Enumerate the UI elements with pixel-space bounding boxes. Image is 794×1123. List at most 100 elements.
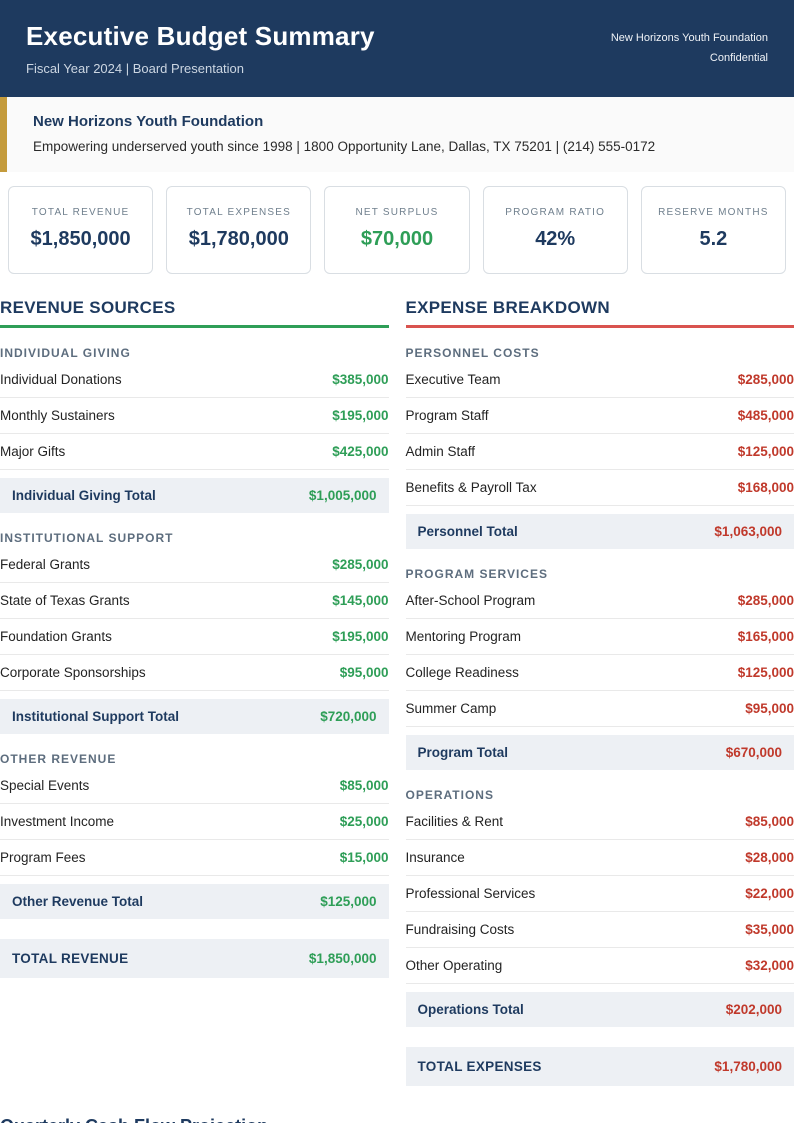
line-item-label: Corporate Sponsorships <box>0 665 146 680</box>
revenue-group-heading: INSTITUTIONAL SUPPORT <box>0 531 174 545</box>
subtotal-amount: $202,000 <box>725 1002 782 1017</box>
subtotal-row: Institutional Support Total $720,000 <box>0 699 389 734</box>
metric-value: $1,780,000 <box>188 228 289 250</box>
line-item-amount: $22,000 <box>745 886 794 901</box>
line-item-amount: $425,000 <box>332 444 389 459</box>
line-item-label: Benefits & Payroll Tax <box>405 480 537 495</box>
metric-value: $1,850,000 <box>30 228 131 250</box>
line-item: Special Events $85,000 <box>0 768 389 804</box>
line-item-label: Professional Services <box>405 886 536 901</box>
line-item: Monthly Sustainers $195,000 <box>0 398 389 434</box>
line-item: Summer Camp $95,000 <box>405 691 794 727</box>
line-item-label: Investment Income <box>0 814 115 829</box>
line-item: Professional Services $22,000 <box>405 876 794 912</box>
subtotal-amount: $1,005,000 <box>308 488 377 503</box>
line-item-amount: $25,000 <box>339 814 389 829</box>
subtotal-row: Program Total $670,000 <box>405 735 794 770</box>
subtotal-amount: $1,063,000 <box>714 524 782 539</box>
line-item-amount: $125,000 <box>737 444 794 459</box>
line-item-label: Executive Team <box>405 372 501 387</box>
line-item-label: Fundraising Costs <box>405 922 515 937</box>
line-item: Benefits & Payroll Tax $168,000 <box>405 470 794 506</box>
line-item: Individual Donations $385,000 <box>0 362 389 398</box>
subtotal-label: Individual Giving Total <box>12 488 156 503</box>
metric-card-reserve-months: RESERVE MONTHS 5.2 <box>640 186 787 274</box>
line-item: Investment Income $25,000 <box>0 804 389 840</box>
page-header: Executive Budget Summary Fiscal Year 202… <box>0 0 794 97</box>
line-item-amount: $195,000 <box>332 408 389 423</box>
metric-label: TOTAL REVENUE <box>31 207 130 218</box>
metric-label: TOTAL EXPENSES <box>186 207 292 218</box>
metric-card-net-surplus: NET SURPLUS $70,000 <box>324 186 470 274</box>
subtotal-row: Personnel Total $1,063,000 <box>405 514 794 549</box>
subtotal-label: Personnel Total <box>417 524 518 539</box>
line-item-label: Mentoring Program <box>405 629 522 644</box>
line-item: Program Fees $15,000 <box>0 840 389 876</box>
line-item: Federal Grants $285,000 <box>0 547 389 583</box>
subtotal-row: Individual Giving Total $1,005,000 <box>0 478 389 513</box>
grand-total-label: TOTAL EXPENSES <box>417 1059 542 1074</box>
subtotal-label: Other Revenue Total <box>12 894 144 909</box>
grand-total-row-revenue: TOTAL REVENUE $1,850,000 <box>0 939 389 978</box>
line-item: Insurance $28,000 <box>405 840 794 876</box>
line-item: State of Texas Grants $145,000 <box>0 583 389 619</box>
org-callout: New Horizons Youth Foundation Empowering… <box>0 97 794 172</box>
line-item: Program Staff $485,000 <box>405 398 794 434</box>
line-item-label: Foundation Grants <box>0 629 112 644</box>
expense-section-title: EXPENSE BREAKDOWN <box>405 298 794 328</box>
page-title: Executive Budget Summary <box>26 21 375 51</box>
grand-total-amount: $1,780,000 <box>714 1059 782 1074</box>
subtotal-label: Program Total <box>417 745 509 760</box>
line-item-amount: $285,000 <box>737 372 794 387</box>
line-item: Facilities & Rent $85,000 <box>405 804 794 840</box>
grand-total-label: TOTAL REVENUE <box>12 951 129 966</box>
grand-total-row-expenses: TOTAL EXPENSES $1,780,000 <box>405 1047 794 1086</box>
subtotal-amount: $125,000 <box>320 894 377 909</box>
line-item: Other Operating $32,000 <box>405 948 794 984</box>
metric-label: RESERVE MONTHS <box>658 207 769 218</box>
line-item-label: Major Gifts <box>0 444 66 459</box>
line-item-label: Insurance <box>405 850 465 865</box>
header-title-block: Executive Budget Summary Fiscal Year 202… <box>26 21 375 76</box>
line-item-amount: $32,000 <box>745 958 794 973</box>
line-item: Admin Staff $125,000 <box>405 434 794 470</box>
line-item-amount: $35,000 <box>745 922 794 937</box>
line-item-amount: $145,000 <box>332 593 389 608</box>
line-item-label: Monthly Sustainers <box>0 408 115 423</box>
line-item-amount: $165,000 <box>737 629 794 644</box>
expense-group-heading: PERSONNEL COSTS <box>405 346 540 360</box>
line-item-amount: $125,000 <box>737 665 794 680</box>
page-subtitle: Fiscal Year 2024 | Board Presentation <box>26 61 245 76</box>
line-item-amount: $95,000 <box>745 701 794 716</box>
subtotal-row: Operations Total $202,000 <box>405 992 794 1027</box>
subtotal-row: Other Revenue Total $125,000 <box>0 884 389 919</box>
revenue-section-title: REVENUE SOURCES <box>0 298 389 328</box>
line-item: After-School Program $285,000 <box>405 583 794 619</box>
line-item-amount: $485,000 <box>737 408 794 423</box>
line-item-amount: $168,000 <box>737 480 794 495</box>
metric-card-total-expenses: TOTAL EXPENSES $1,780,000 <box>166 186 312 274</box>
line-item-amount: $15,000 <box>339 850 389 865</box>
metric-label: NET SURPLUS <box>355 207 439 218</box>
line-item-label: Program Fees <box>0 850 86 865</box>
line-item-amount: $195,000 <box>332 629 389 644</box>
line-item-label: Other Operating <box>405 958 503 973</box>
line-item: Fundraising Costs $35,000 <box>405 912 794 948</box>
metric-value: 5.2 <box>699 228 728 250</box>
line-item-label: Federal Grants <box>0 557 91 572</box>
line-item: Foundation Grants $195,000 <box>0 619 389 655</box>
metric-card-program-ratio: PROGRAM RATIO 42% <box>482 186 628 274</box>
line-item-amount: $28,000 <box>745 850 794 865</box>
line-item-label: Facilities & Rent <box>405 814 504 829</box>
metric-value: $70,000 <box>360 228 434 250</box>
metric-cards-row: TOTAL REVENUE $1,850,000 TOTAL EXPENSES … <box>8 186 787 274</box>
subtotal-label: Operations Total <box>417 1002 524 1017</box>
line-item: Executive Team $285,000 <box>405 362 794 398</box>
line-item: Corporate Sponsorships $95,000 <box>0 655 389 691</box>
org-tagline: Empowering underserved youth since 1998 … <box>33 139 656 154</box>
expense-group-heading: PROGRAM SERVICES <box>405 567 548 581</box>
line-item-label: State of Texas Grants <box>0 593 130 608</box>
line-item-label: Program Staff <box>405 408 489 423</box>
subtotal-label: Institutional Support Total <box>12 709 179 724</box>
expense-section: EXPENSE BREAKDOWN PERSONNEL COSTS Execut… <box>405 298 794 1086</box>
